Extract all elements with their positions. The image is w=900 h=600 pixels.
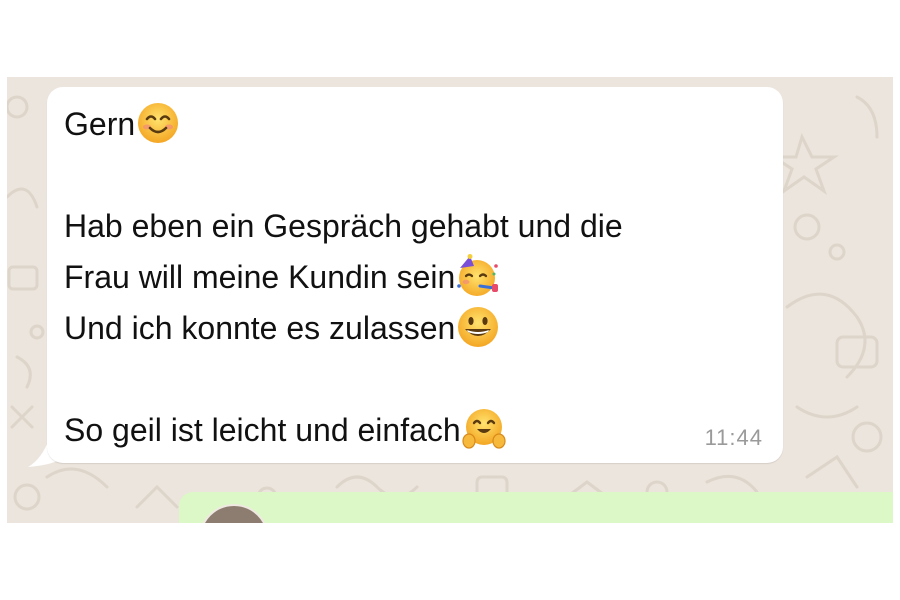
smiling-face-icon xyxy=(138,103,179,143)
outgoing-message-bubble[interactable] xyxy=(179,492,893,523)
message-line-text: Hab eben ein Gespräch gehabt und die xyxy=(64,208,623,244)
hugging-face-icon xyxy=(462,409,506,449)
avatar[interactable] xyxy=(199,504,269,523)
message-line: Hab eben ein Gespräch gehabt und die xyxy=(64,201,754,252)
message-line: So geil ist leicht und einfach xyxy=(64,405,754,456)
message-line-text: Frau will meine Kundin sein xyxy=(64,259,456,295)
message-timestamp: 11:44 xyxy=(704,425,763,450)
message-line-text: So geil ist leicht und einfach xyxy=(64,412,461,448)
grinning-face-icon xyxy=(458,307,499,347)
message-text: Gern Hab eben ein Gespräch gehabt und di… xyxy=(64,99,754,456)
message-line-text: Und ich konnte es zulassen xyxy=(64,310,456,346)
partying-face-icon xyxy=(457,254,499,296)
message-line-text: Gern xyxy=(64,106,136,142)
message-line: Frau will meine Kundin sein xyxy=(64,252,754,303)
incoming-message-bubble[interactable]: Gern Hab eben ein Gespräch gehabt und di… xyxy=(47,87,783,463)
message-line: Gern xyxy=(64,99,754,150)
message-line: Und ich konnte es zulassen xyxy=(64,303,754,354)
chat-conversation[interactable]: Gern Hab eben ein Gespräch gehabt und di… xyxy=(7,77,893,523)
